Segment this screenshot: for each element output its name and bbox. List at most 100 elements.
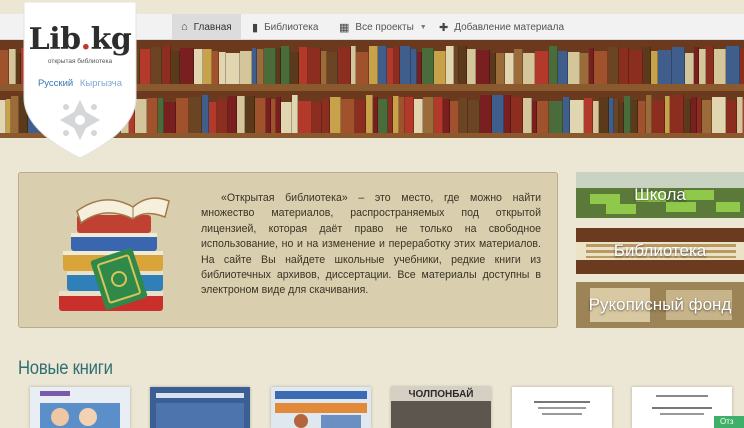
shelf-book xyxy=(643,47,651,84)
shelf-book xyxy=(726,100,737,133)
shelf-book xyxy=(619,48,629,84)
category-manuscripts[interactable]: Рукописный фонд xyxy=(576,282,744,328)
shelf-book xyxy=(176,98,189,133)
intro-description: «Открытая библиотека» – это место, где м… xyxy=(201,192,541,297)
shelf-book xyxy=(726,46,740,84)
shelf-book xyxy=(378,46,387,84)
language-switcher: Русский Кыргызча xyxy=(22,78,138,89)
shelf-book xyxy=(400,46,411,84)
shelf-book xyxy=(299,47,308,84)
shelf-book xyxy=(568,52,580,84)
shelf-book xyxy=(369,46,378,84)
book-card[interactable] xyxy=(271,387,371,428)
shelf-book xyxy=(651,51,658,84)
lang-kyrgyz-link[interactable]: Кыргызча xyxy=(80,78,122,89)
shelf-book xyxy=(459,46,467,84)
shelf-book xyxy=(312,102,322,133)
shelf-book xyxy=(298,101,312,133)
shelf-book xyxy=(162,46,171,84)
shelf-book xyxy=(356,52,369,84)
shelf-book xyxy=(652,100,665,133)
book-cover xyxy=(271,387,371,428)
shelf-book xyxy=(228,96,237,133)
shelf-book xyxy=(366,95,373,133)
book-cover xyxy=(30,387,130,428)
feedback-button[interactable]: Отз xyxy=(714,416,744,428)
shelf-book xyxy=(459,98,468,133)
shelf-book xyxy=(584,98,593,133)
shelf-book xyxy=(537,101,549,133)
category-manuscripts-label: Рукописный фонд xyxy=(588,295,732,314)
book-card[interactable] xyxy=(30,387,130,428)
shelf-book xyxy=(257,49,264,84)
category-library[interactable]: Библиотека xyxy=(576,228,744,274)
nav-add-label: Добавление материала xyxy=(454,21,565,33)
home-icon: ⌂ xyxy=(181,21,188,33)
shelf-book xyxy=(264,48,276,84)
shelf-book xyxy=(443,99,450,133)
nav-home[interactable]: ⌂ Главная xyxy=(172,14,241,40)
category-school-label: Школа xyxy=(634,185,686,204)
shelf-book xyxy=(202,95,209,133)
shelf-book xyxy=(505,53,514,84)
shelf-book xyxy=(685,53,694,84)
category-school[interactable]: Школа xyxy=(576,172,744,218)
shelf-book xyxy=(422,48,434,84)
shelf-book xyxy=(140,49,151,84)
nav-add-material[interactable]: ✚ Добавление материала xyxy=(430,14,573,40)
book-cover xyxy=(150,387,250,428)
shelf-book xyxy=(164,102,176,133)
shelf-book xyxy=(378,99,388,133)
shelf-book xyxy=(594,51,608,84)
shelf-book xyxy=(624,96,631,133)
shelf-book xyxy=(702,100,712,133)
shelf-book xyxy=(9,49,16,84)
shelf-book xyxy=(226,53,240,84)
nav-projects-label: Все проекты xyxy=(355,21,414,33)
book-card[interactable]: ЧОЛПОНБАЙ xyxy=(391,387,491,428)
shelf-book xyxy=(341,99,355,133)
site-logo[interactable]: Lib.kg открытая библиотека Русский Кыргы… xyxy=(22,1,138,160)
shelf-book xyxy=(496,53,505,84)
shelf-book xyxy=(504,95,511,133)
shelf-book xyxy=(476,50,490,84)
shelf-book xyxy=(281,46,290,84)
shelf-book xyxy=(467,49,476,84)
shelf-book xyxy=(237,96,245,133)
chevron-down-icon: ▼ xyxy=(419,23,427,31)
shelf-book xyxy=(423,97,434,133)
shelf-book xyxy=(327,52,338,84)
shelf-book xyxy=(151,47,162,84)
book-title: ЧОЛПОНБАЙ xyxy=(408,389,474,400)
nav-home-label: Главная xyxy=(193,21,232,33)
book-card[interactable] xyxy=(512,387,612,428)
shelf-book xyxy=(629,50,643,84)
shelf-book xyxy=(468,100,480,133)
shelf-book xyxy=(684,99,691,133)
logo-subtitle: открытая библиотека xyxy=(47,58,113,65)
shelf-book xyxy=(414,99,423,133)
shelf-book xyxy=(740,49,744,84)
shelf-book xyxy=(549,46,558,84)
lang-russian-link[interactable]: Русский xyxy=(38,78,73,89)
nav-library-label: Библиотека xyxy=(264,21,319,33)
shelf-book xyxy=(180,48,194,84)
nav-library[interactable]: ▮ Библиотека xyxy=(243,14,327,40)
shelf-book xyxy=(322,99,330,133)
shelf-book xyxy=(255,98,266,133)
shelf-book xyxy=(712,97,726,133)
plus-icon: ✚ xyxy=(439,21,449,34)
shelf-book xyxy=(549,101,563,133)
shelf-book xyxy=(492,95,504,133)
book-card[interactable] xyxy=(150,387,250,428)
shelf-book xyxy=(434,51,446,84)
shelf-book xyxy=(563,97,570,133)
shelf-book xyxy=(147,98,158,133)
shelf-book xyxy=(171,51,180,84)
shelf-book xyxy=(631,100,638,133)
ornament-icon xyxy=(60,100,100,140)
nav-all-projects[interactable]: ▦ Все проекты ▼ xyxy=(330,14,436,40)
shelf-book xyxy=(405,97,414,133)
shelf-book xyxy=(338,47,351,84)
shelf-book xyxy=(0,50,9,84)
